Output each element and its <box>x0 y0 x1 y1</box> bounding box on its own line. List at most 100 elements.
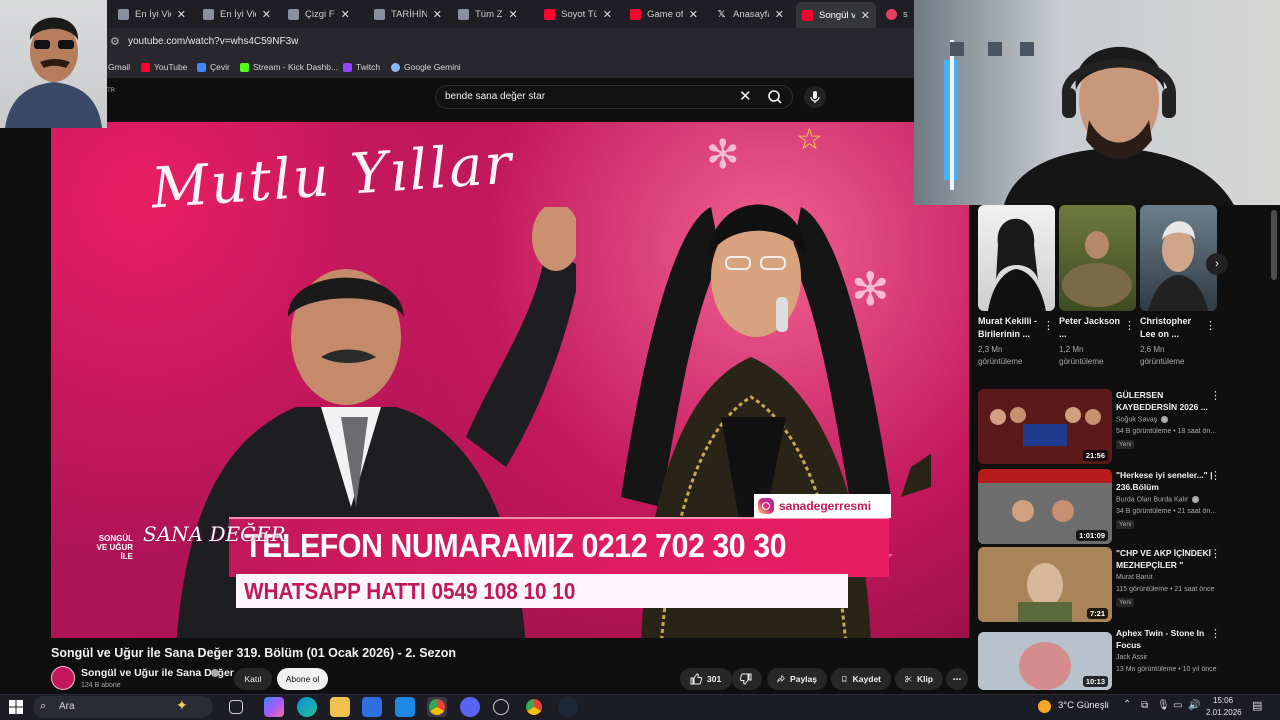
bookmark-kick[interactable]: Stream - Kick Dashb... <box>240 60 338 74</box>
close-tab-icon[interactable]: ✕ <box>341 8 350 21</box>
voice-search-button[interactable] <box>804 86 826 108</box>
clock-date[interactable]: 2.01.2026 <box>1206 708 1242 717</box>
short-title[interactable]: Peter Jackson ... <box>1059 315 1121 341</box>
video-player[interactable]: Mutlu Yıllar ☆ ✻ ✻ ★ ☆ <box>51 122 969 638</box>
tray-app-icon[interactable]: ⧉ <box>1141 700 1148 711</box>
obs-icon[interactable] <box>493 699 509 715</box>
dislike-button[interactable] <box>732 668 762 690</box>
close-tab-icon[interactable]: ✕ <box>177 8 186 21</box>
short-views: 2,6 Mn görüntüleme <box>1140 345 1185 366</box>
bookmark-youtube[interactable]: YouTube <box>141 60 187 74</box>
file-explorer-icon[interactable] <box>330 697 350 717</box>
screen: En İyi Vide✕En İyi Vide✕Çizgi F✕TARİHİN … <box>0 0 1280 720</box>
more-vertical-icon[interactable]: ⋮ <box>1210 470 1221 482</box>
verified-badge-icon <box>1192 496 1200 503</box>
bookmark-translate[interactable]: Çevir <box>197 60 230 74</box>
more-vertical-icon[interactable]: ⋮ <box>1210 628 1221 640</box>
edge-icon[interactable] <box>297 697 317 717</box>
close-tab-icon[interactable]: ✕ <box>689 8 698 21</box>
search-input[interactable]: bende sana değer star <box>445 90 545 104</box>
clip-button[interactable]: Klip <box>895 668 943 690</box>
recommendation-channel[interactable]: Burda Olan Burda Kalır <box>1116 496 1200 503</box>
save-button[interactable]: Kaydet <box>831 668 891 690</box>
recommendation-title[interactable]: Aphex Twin - Stone In Focus <box>1116 627 1214 651</box>
recommendation-channel[interactable]: Soğuk Savaş <box>1116 416 1169 423</box>
volume-icon[interactable]: 🔊 <box>1188 700 1200 711</box>
mail-icon[interactable] <box>395 697 415 717</box>
short-thumbnail[interactable] <box>1059 205 1136 311</box>
channel-avatar[interactable] <box>51 666 75 690</box>
bookmark-label: Stream - Kick Dashb... <box>253 62 339 72</box>
address-bar[interactable]: youtube.com/watch?v=whs4C59NF3w <box>128 35 298 49</box>
chevron-up-icon[interactable]: ⌃ <box>1123 699 1131 710</box>
bookmark-gemini[interactable]: Google Gemini <box>391 60 461 74</box>
recommendation-channel[interactable]: Jack Assir <box>1116 654 1148 661</box>
close-tab-icon[interactable]: ✕ <box>262 8 271 21</box>
like-button[interactable]: 301 <box>680 668 732 690</box>
recommendation-title[interactable]: "Herkese iyi seneler..." | 236.Bölüm <box>1116 469 1214 493</box>
chrome-icon[interactable] <box>429 699 445 715</box>
taskbar-search-input[interactable]: Ara <box>59 701 75 712</box>
browser-tab[interactable]: 𝕏 Anasayfa / ✕ <box>710 3 790 25</box>
subscribe-button[interactable]: Abone ol <box>277 668 328 690</box>
short-title[interactable]: Christopher Lee on ... <box>1140 315 1202 341</box>
more-vertical-icon[interactable]: ⋮ <box>1205 320 1216 332</box>
favicon-icon <box>458 8 469 20</box>
bookmark-twitch[interactable]: Twitch <box>343 60 380 74</box>
more-actions-button[interactable]: ⋯ <box>946 668 968 690</box>
short-thumbnail-image <box>1062 231 1132 307</box>
browser-tab[interactable]: Songül ve ✕ <box>796 2 876 28</box>
browser-tab[interactable]: Çizgi F ✕ <box>282 3 362 25</box>
site-info-icon[interactable]: ⚙ <box>110 36 122 48</box>
close-tab-icon[interactable]: ✕ <box>508 8 517 21</box>
more-vertical-icon[interactable]: ⋮ <box>1124 320 1135 332</box>
microphone-tray-icon[interactable]: 🎙 <box>1157 700 1170 711</box>
browser-tab[interactable]: serh <box>880 3 914 25</box>
search-icon: ⌕ <box>40 700 47 712</box>
short-title[interactable]: Murat Kekilli - Birilerinin ... <box>978 315 1040 341</box>
browser-tab[interactable]: Soyot Türk ✕ <box>538 3 618 25</box>
recommendation-channel[interactable]: Murat Barut <box>1116 574 1153 581</box>
close-tab-icon[interactable]: ✕ <box>603 8 612 21</box>
store-icon[interactable] <box>362 697 382 717</box>
task-view-icon[interactable] <box>229 700 243 714</box>
recommendation-title[interactable]: GÜLERSEN KAYBEDERSİN 2026 ... <box>1116 389 1214 413</box>
close-tab-icon[interactable]: ✕ <box>775 8 784 21</box>
scrollbar-thumb[interactable] <box>1271 210 1277 280</box>
recommendation-thumbnail[interactable]: 1:01:09 <box>978 469 1112 544</box>
share-button[interactable]: Paylaş <box>767 668 827 690</box>
weather-text[interactable]: 3°C Güneşli <box>1058 700 1109 711</box>
browser-tab[interactable]: En İyi Vide ✕ <box>197 3 277 25</box>
start-button[interactable] <box>9 700 23 714</box>
chrome-icon[interactable] <box>526 699 542 715</box>
clock-time[interactable]: 15:06 <box>1213 696 1233 705</box>
shorts-next-button[interactable]: › <box>1206 253 1228 275</box>
close-tab-icon[interactable]: ✕ <box>861 9 870 22</box>
recommendation-thumbnail[interactable]: 10:13 <box>978 632 1112 690</box>
microphone-icon <box>810 91 820 103</box>
recommendation-title[interactable]: "CHP VE AKP İÇİNDEKİ MEZHEPÇİLER " <box>1116 547 1214 571</box>
browser-tab[interactable]: Tüm Z ✕ <box>452 3 532 25</box>
join-button[interactable]: Katıl <box>234 668 272 690</box>
more-vertical-icon[interactable]: ⋮ <box>1210 390 1221 402</box>
discord-icon[interactable] <box>460 697 480 717</box>
close-tab-icon[interactable]: ✕ <box>433 8 442 21</box>
clear-search-icon[interactable]: ✕ <box>739 88 752 106</box>
steam-icon[interactable] <box>558 697 578 717</box>
more-vertical-icon[interactable]: ⋮ <box>1043 320 1054 332</box>
browser-tab[interactable]: TARİHİN E ✕ <box>368 3 448 25</box>
more-vertical-icon[interactable]: ⋮ <box>1210 548 1221 560</box>
browser-tab[interactable]: En İyi Vide ✕ <box>112 3 192 25</box>
short-thumbnail[interactable] <box>1140 205 1217 311</box>
browser-tab[interactable]: Game of T ✕ <box>624 3 704 25</box>
copilot-icon[interactable] <box>264 697 284 717</box>
recommendation-thumbnail[interactable]: 21:56 <box>978 389 1112 464</box>
bookmark-gmail[interactable]: Gmail <box>108 60 130 74</box>
network-icon[interactable]: ▭ <box>1173 700 1182 711</box>
webcam-left <box>0 0 107 128</box>
short-thumbnail[interactable] <box>978 205 1055 311</box>
recommendation-thumbnail[interactable]: 7:21 <box>978 547 1112 622</box>
x-favicon-icon: 𝕏 <box>717 8 726 20</box>
search-button[interactable] <box>764 88 786 106</box>
notifications-icon[interactable]: ▤ <box>1252 699 1262 712</box>
